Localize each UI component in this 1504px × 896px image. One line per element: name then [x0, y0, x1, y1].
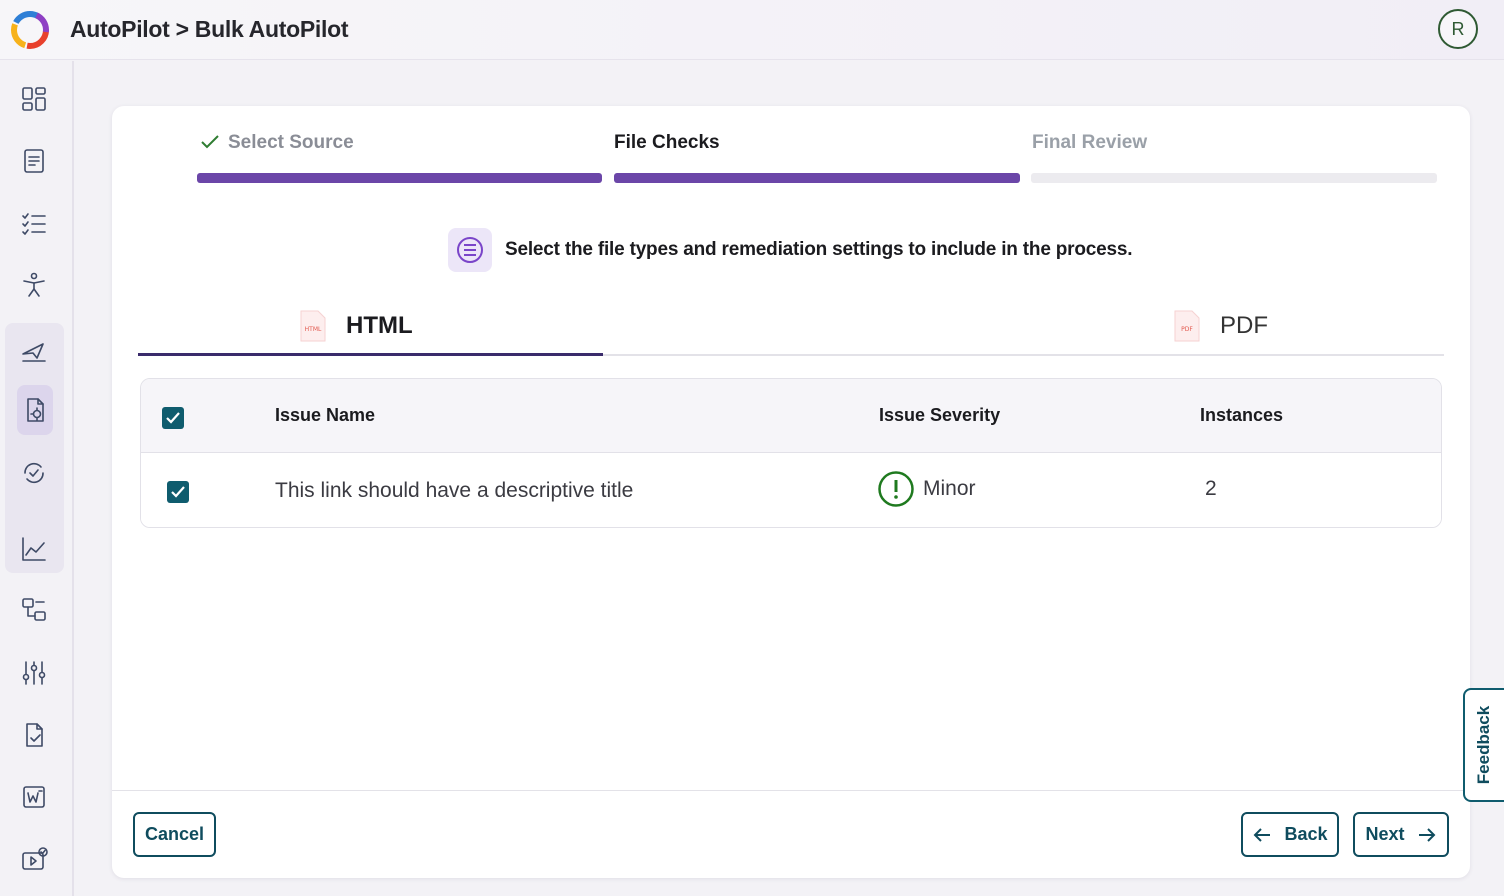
document-icon [24, 149, 44, 173]
step-final-review: Final Review [1032, 132, 1147, 154]
breadcrumb: AutoPilot > Bulk AutoPilot [70, 16, 349, 42]
svg-text:HTML: HTML [305, 326, 322, 333]
next-button[interactable]: Next [1353, 812, 1449, 857]
sidebar-item-video-check[interactable] [16, 841, 52, 877]
severity-cell: Minor [877, 470, 976, 508]
bulk-autopilot-card: Select Source File Checks Final Review S… [112, 106, 1470, 878]
svg-text:PDF: PDF [1181, 326, 1193, 333]
step-label: File Checks [614, 132, 720, 153]
step-progress-bar-future [1031, 173, 1437, 183]
back-label: Back [1284, 824, 1328, 844]
step-file-checks: File Checks [614, 132, 720, 154]
arrow-right-icon [1418, 827, 1435, 842]
row-checkbox[interactable] [167, 481, 189, 503]
workflow-icon [22, 598, 46, 621]
sidebar-item-settings[interactable] [16, 655, 52, 691]
header-issue-name[interactable]: Issue Name [275, 405, 375, 426]
sidebar-item-workflow[interactable] [16, 592, 52, 628]
sidebar-item-autopilot[interactable] [16, 333, 52, 369]
instruction-text: Select the file types and remediation se… [505, 239, 1133, 260]
bulk-document-gear-icon [27, 398, 44, 422]
dashboard-grid-icon [22, 87, 46, 111]
step-progress-bar-done [197, 173, 602, 183]
document-edit-icon [26, 723, 43, 747]
checkmark-icon [166, 412, 180, 424]
sidebar-item-reports[interactable] [16, 531, 52, 567]
step-label: Final Review [1032, 132, 1148, 153]
brand-logo-icon[interactable] [8, 8, 52, 52]
next-label: Next [1365, 824, 1405, 844]
tab-pdf[interactable]: PDF PDF [1172, 296, 1268, 356]
table-header: Issue Name Issue Severity Instances [141, 379, 1441, 453]
refresh-check-icon [24, 462, 44, 484]
user-avatar[interactable]: R [1438, 9, 1478, 49]
pdf-file-icon: PDF [1174, 310, 1200, 342]
instruction-banner: Select the file types and remediation se… [448, 228, 1133, 272]
issue-name: This link should have a descriptive titl… [275, 479, 634, 502]
arrow-left-icon [1254, 827, 1271, 842]
sidebar-item-accessibility[interactable] [16, 267, 52, 303]
accessibility-icon [23, 272, 45, 297]
file-type-tabs: HTML HTML PDF PDF [138, 296, 1444, 356]
sidebar-item-documents[interactable] [16, 143, 52, 179]
sidebar-item-bulk-autopilot[interactable] [17, 385, 53, 435]
issues-table: Issue Name Issue Severity Instances This… [140, 378, 1442, 528]
instances-count: 2 [1205, 477, 1217, 500]
video-check-icon [22, 847, 48, 870]
severity-label: Minor [923, 477, 976, 500]
autopilot-plane-icon [22, 343, 46, 362]
footer-divider [112, 790, 1470, 791]
sidebar-item-document-edit[interactable] [16, 717, 52, 753]
sliders-icon [22, 661, 46, 685]
sidebar-item-word[interactable] [16, 779, 52, 815]
sidebar-item-dashboard[interactable] [16, 81, 52, 117]
feedback-tab[interactable]: Feedback [1463, 688, 1504, 802]
list-document-icon [448, 228, 492, 272]
tab-label: PDF [1220, 312, 1268, 339]
header-instances[interactable]: Instances [1200, 405, 1283, 426]
select-all-checkbox[interactable] [162, 407, 184, 429]
sidebar-item-refresh-check[interactable] [16, 455, 52, 491]
sidebar-item-checklist[interactable] [16, 205, 52, 241]
back-button[interactable]: Back [1241, 812, 1339, 857]
minor-alert-icon [878, 471, 914, 507]
check-icon [201, 135, 219, 149]
step-progress-bar-current [614, 173, 1020, 183]
word-document-icon [23, 786, 45, 808]
step-select-source[interactable]: Select Source [200, 132, 354, 154]
tab-label: HTML [346, 312, 413, 339]
active-tab-underline [138, 353, 603, 356]
feedback-label: Feedback [1474, 705, 1494, 785]
checkmark-icon [171, 486, 185, 498]
sidebar [0, 61, 74, 896]
step-label: Select Source [228, 132, 354, 153]
line-chart-icon [22, 537, 46, 561]
table-row: This link should have a descriptive titl… [141, 453, 1441, 527]
html-file-icon: HTML [300, 310, 326, 342]
checklist-icon [22, 213, 46, 235]
header-issue-severity[interactable]: Issue Severity [879, 405, 1000, 426]
tab-html[interactable]: HTML HTML [298, 296, 413, 356]
top-bar: AutoPilot > Bulk AutoPilot R [0, 0, 1504, 60]
cancel-button[interactable]: Cancel [133, 812, 216, 857]
